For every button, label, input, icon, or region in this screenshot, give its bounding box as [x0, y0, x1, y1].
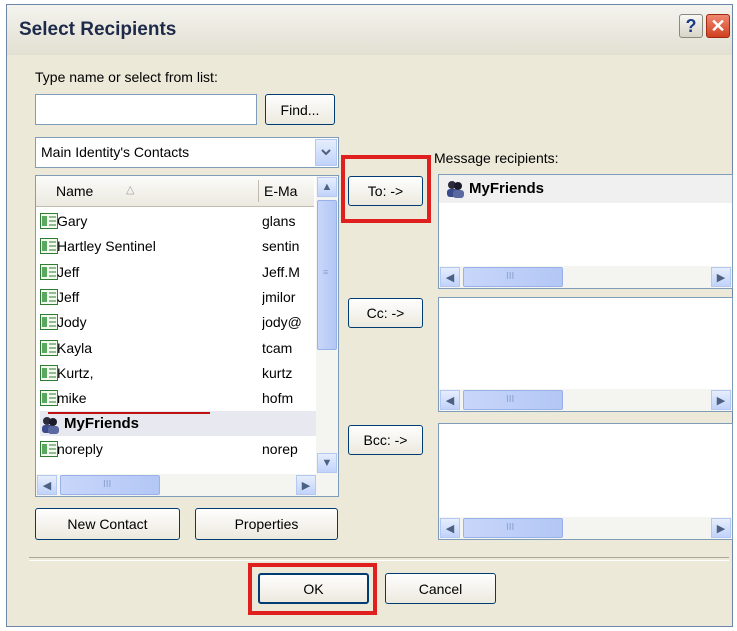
search-label: Type name or select from list: [35, 69, 218, 85]
h-scroll-thumb[interactable]: III [463, 267, 563, 287]
dialog-title: Select Recipients [19, 19, 177, 40]
contact-card-icon [40, 339, 58, 356]
contact-name: Gary [57, 213, 88, 229]
contacts-list[interactable]: Name △ E-Ma Gary glans Hartley Sentinel sen… [35, 175, 339, 497]
h-scroll-thumb[interactable]: III [463, 390, 563, 410]
properties-button[interactable]: Properties [195, 508, 338, 540]
scroll-left-icon[interactable]: ◀ [440, 390, 460, 410]
contact-email: glans [262, 213, 296, 229]
contact-card-icon [40, 364, 58, 381]
scroll-right-icon[interactable]: ▶ [711, 267, 731, 287]
contact-card-icon [40, 288, 58, 305]
bcc-horizontal-scrollbar[interactable]: ◀ III ▶ [439, 517, 732, 539]
cc-horizontal-scrollbar[interactable]: ◀ III ▶ [439, 389, 732, 411]
scroll-right-icon[interactable]: ▶ [711, 390, 731, 410]
to-recipients-list[interactable]: MyFriends ◀ III ▶ [438, 174, 733, 289]
scroll-left-icon[interactable]: ◀ [440, 267, 460, 287]
contact-row[interactable]: Jeff Jeff.M [40, 260, 316, 285]
to-button-highlight [341, 155, 431, 223]
contact-row[interactable]: Kurtz, kurtz [40, 361, 316, 386]
contact-card-icon [40, 238, 58, 255]
find-button[interactable]: Find... [265, 94, 335, 125]
dropdown-arrow-icon[interactable] [315, 139, 337, 166]
name-column-header[interactable]: Name [56, 183, 93, 199]
divider [29, 557, 729, 561]
cancel-button[interactable]: Cancel [385, 573, 496, 604]
select-recipients-dialog: Select Recipients ? ✕ Type name or selec… [6, 4, 733, 627]
contact-email: tcam [262, 339, 293, 356]
contact-email: jmilor [262, 288, 296, 305]
contact-row[interactable]: noreply norep [40, 437, 316, 462]
contact-name: MyFriends [64, 415, 140, 433]
scroll-right-icon[interactable]: ▶ [296, 475, 316, 495]
contact-row[interactable]: Jeff jmilor [40, 285, 316, 310]
contact-card-icon [40, 263, 58, 280]
bcc-button[interactable]: Bcc: -> [348, 425, 423, 455]
annotation-underline [48, 412, 210, 414]
contact-card-icon [40, 314, 58, 331]
contact-email: sentin [262, 238, 300, 255]
email-column-header[interactable]: E-Ma [264, 183, 297, 199]
contact-name: Kayla [57, 339, 93, 356]
search-input[interactable] [35, 94, 257, 125]
contact-row[interactable]: Gary glans [40, 209, 316, 234]
group-icon [445, 179, 465, 204]
contact-row[interactable]: Kayla tcam [40, 336, 316, 361]
to-recipient-item[interactable]: MyFriends [439, 175, 732, 203]
scroll-down-icon[interactable]: ▼ [317, 453, 337, 473]
scroll-left-icon[interactable]: ◀ [37, 475, 57, 495]
contact-email: hofm [262, 390, 294, 407]
contact-email: kurtz [262, 364, 293, 381]
scroll-thumb[interactable]: ≡ [317, 200, 337, 350]
h-scroll-thumb[interactable]: III [463, 518, 563, 538]
contacts-vertical-scrollbar[interactable]: ▲ ≡ ▼ [316, 176, 338, 474]
contact-row[interactable]: Jody jody@ [40, 310, 316, 335]
title-bar[interactable]: Select Recipients ? ✕ [7, 5, 732, 55]
address-book-value: Main Identity's Contacts [41, 144, 190, 160]
contact-card-icon [40, 390, 58, 407]
contact-name: mike [57, 390, 87, 407]
contact-name: Hartley Sentinel [57, 238, 156, 255]
help-button[interactable]: ? [679, 14, 703, 38]
contact-email: jody@ [262, 314, 302, 331]
contact-name: Jeff [57, 263, 80, 280]
contacts-list-header: Name △ E-Ma [36, 176, 314, 207]
close-icon: ✕ [710, 15, 726, 36]
column-divider[interactable] [258, 180, 259, 202]
group-row[interactable]: MyFriends [40, 411, 316, 437]
contact-row[interactable]: mike hofm [40, 386, 316, 411]
contacts-horizontal-scrollbar[interactable]: ◀ III ▶ [36, 474, 338, 496]
close-button[interactable]: ✕ [706, 14, 730, 38]
bcc-recipients-list[interactable]: ◀ III ▶ [438, 423, 733, 540]
contact-name: Jeff [57, 288, 80, 305]
sort-arrow-icon: △ [126, 184, 135, 196]
group-icon [40, 415, 59, 435]
recipients-label: Message recipients: [434, 150, 559, 166]
to-recipient-label: MyFriends [469, 180, 545, 197]
new-contact-button[interactable]: New Contact [35, 508, 180, 540]
ok-button-highlight [248, 563, 377, 615]
scroll-right-icon[interactable]: ▶ [711, 518, 731, 538]
contact-row[interactable]: Hartley Sentinel sentin [40, 234, 316, 259]
contact-card-icon [40, 213, 58, 229]
contact-card-icon [40, 440, 58, 457]
address-book-select[interactable]: Main Identity's Contacts [35, 137, 339, 168]
scroll-up-icon[interactable]: ▲ [317, 177, 337, 197]
contact-name: Jody [57, 314, 87, 331]
contact-name: Kurtz, [57, 364, 94, 381]
to-horizontal-scrollbar[interactable]: ◀ III ▶ [439, 266, 732, 288]
cc-recipients-list[interactable]: ◀ III ▶ [438, 297, 733, 412]
cc-button[interactable]: Cc: -> [348, 298, 423, 328]
contact-name: noreply [57, 440, 103, 457]
h-scroll-thumb[interactable]: III [60, 475, 160, 495]
contact-email: Jeff.M [262, 263, 300, 280]
help-icon: ? [685, 15, 697, 36]
scroll-left-icon[interactable]: ◀ [440, 518, 460, 538]
contact-email: norep [262, 440, 298, 457]
